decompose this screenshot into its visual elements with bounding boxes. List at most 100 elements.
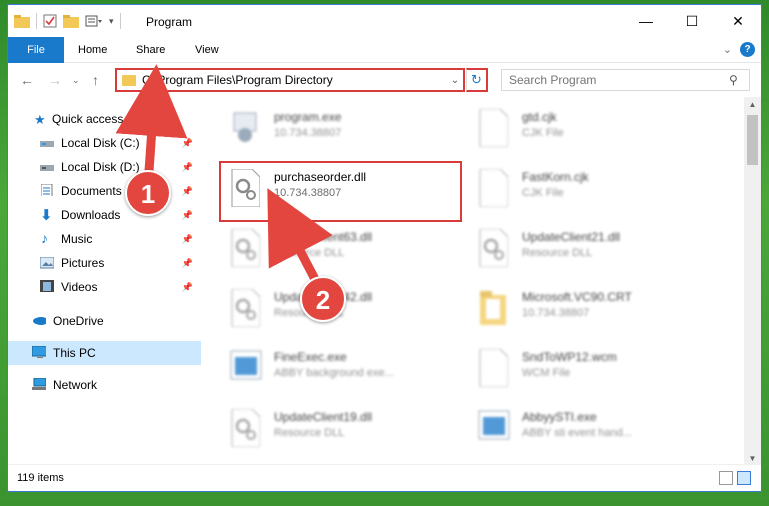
file-name: SndToWP12.wcm xyxy=(522,350,617,364)
file-item[interactable]: purchaseorder.dll 10.734.38807 xyxy=(208,165,448,213)
sidebar-item-label: OneDrive xyxy=(53,314,104,328)
address-bar[interactable]: C:\Program Files\Program Directory ⌄ xyxy=(115,68,465,92)
file-subtitle: ABBY sti event hand... xyxy=(522,427,632,439)
step-1-badge: 1 xyxy=(125,170,171,216)
title-bar: ▾ Program — ☐ ✕ xyxy=(8,5,761,37)
sidebar-item-this-pc[interactable]: This PC xyxy=(8,341,201,365)
pin-icon[interactable]: 📌 xyxy=(182,210,193,221)
help-icon[interactable]: ? xyxy=(740,42,755,57)
sidebar-item-local-disk-c[interactable]: Local Disk (C:) 📌 xyxy=(8,131,201,155)
properties-icon[interactable] xyxy=(43,14,57,28)
pin-icon[interactable]: 📌 xyxy=(182,186,193,197)
file-subtitle: 10.734.38807 xyxy=(274,127,342,139)
minimize-button[interactable]: — xyxy=(623,5,669,37)
dll-file-icon xyxy=(230,168,262,208)
sidebar-item-pictures[interactable]: Pictures 📌 xyxy=(8,251,201,275)
sidebar-item-label: This PC xyxy=(53,346,96,360)
sidebar-item-network[interactable]: Network xyxy=(8,373,201,397)
file-item[interactable]: Microsoft.VC90.CRT 10.734.38807 xyxy=(456,285,696,333)
pin-icon[interactable]: 📌 xyxy=(182,162,193,173)
file-subtitle: Resource DLL xyxy=(274,247,345,259)
sidebar-item-onedrive[interactable]: OneDrive xyxy=(8,309,201,333)
ribbon-tabs: File Home Share View ⌄ ? xyxy=(8,37,761,63)
details-view-icon[interactable] xyxy=(719,471,733,485)
dll-file-icon xyxy=(230,228,262,268)
file-item[interactable]: UpdateClient21.dll Resource DLL xyxy=(456,225,696,273)
sidebar-item-label: Videos xyxy=(61,280,98,294)
pin-icon[interactable]: 📌 xyxy=(182,138,193,149)
music-icon: ♪ xyxy=(41,230,48,246)
drive-icon xyxy=(40,141,54,147)
search-box[interactable]: ⚲ xyxy=(501,69,750,91)
back-arrow-icon[interactable]: ← xyxy=(20,72,34,88)
scroll-up-icon[interactable]: ▲ xyxy=(744,97,761,113)
maximize-button[interactable]: ☐ xyxy=(669,5,715,37)
tab-share[interactable]: Share xyxy=(136,37,165,63)
file-item[interactable]: AbbyySTI.exe ABBY sti event hand... xyxy=(456,405,696,453)
network-icon xyxy=(32,378,46,390)
sidebar-item-videos[interactable]: Videos 📌 xyxy=(8,275,201,299)
sidebar-item-label: Pictures xyxy=(61,256,105,270)
ribbon-controls: ⌄ ? xyxy=(723,42,755,57)
file-item[interactable]: FastKorn.cjk CJK File xyxy=(456,165,696,213)
app-file-icon xyxy=(230,349,262,387)
file-name: program.exe xyxy=(274,110,342,124)
file-item[interactable]: UpdateClient19.dll Resource DLL xyxy=(208,405,448,453)
tab-view[interactable]: View xyxy=(195,37,219,63)
toolbar-dropdown-icon[interactable]: ▾ xyxy=(109,16,114,27)
expand-ribbon-icon[interactable]: ⌄ xyxy=(723,43,732,56)
file-subtitle: CJK File xyxy=(522,127,564,139)
search-input[interactable] xyxy=(502,73,729,87)
file-item[interactable]: SndToWP12.wcm WCM File xyxy=(456,345,696,393)
sidebar-item-documents[interactable]: Documents 📌 xyxy=(8,179,201,203)
sidebar-item-label: Downloads xyxy=(61,208,121,222)
file-item[interactable]: gtd.cjk CJK File xyxy=(456,105,696,153)
sidebar-item-local-disk-d[interactable]: Local Disk (D:) 📌 xyxy=(8,155,201,179)
quick-access-toolbar: ▾ xyxy=(14,13,121,29)
dll-file-icon xyxy=(478,228,510,268)
sidebar-item-quick-access[interactable]: ★ Quick access xyxy=(8,107,201,131)
file-subtitle: Resource DLL xyxy=(274,427,345,439)
file-item[interactable]: FineExec.exe ABBY background exe... xyxy=(208,345,448,393)
file-list: program.exe 10.734.38807 gtd.cjk CJK File pu… xyxy=(208,97,738,465)
file-subtitle: WCM File xyxy=(522,367,571,379)
pin-icon[interactable]: 📌 xyxy=(182,282,193,293)
chevron-down-icon[interactable]: ⌄ xyxy=(447,75,463,86)
recent-locations-icon[interactable]: ⌄ xyxy=(72,75,80,86)
address-path: C:\Program Files\Program Directory xyxy=(142,73,333,87)
videos-icon xyxy=(40,280,54,292)
sidebar-item-label: Documents xyxy=(61,184,122,198)
sidebar-item-downloads[interactable]: ⬇ Downloads 📌 xyxy=(8,203,201,227)
close-button[interactable]: ✕ xyxy=(715,5,761,37)
pictures-icon xyxy=(40,257,54,269)
file-subtitle: 10.734.38807 xyxy=(522,307,590,319)
file-item[interactable]: program.exe 10.734.38807 xyxy=(208,105,448,153)
doc-file-icon xyxy=(478,108,510,148)
file-item[interactable]: UpdateClient63.dll Resource DLL xyxy=(208,225,448,273)
file-name: FineExec.exe xyxy=(274,350,347,364)
forward-arrow-icon[interactable]: → xyxy=(48,72,62,88)
cloud-icon xyxy=(33,317,46,325)
folder-icon xyxy=(122,74,136,86)
pin-icon[interactable]: 📌 xyxy=(182,258,193,269)
new-folder-icon[interactable] xyxy=(63,14,79,28)
navigation-bar: ← → ⌄ ↑ C:\Program Files\Program Directo… xyxy=(8,63,761,97)
window-controls: — ☐ ✕ xyxy=(623,5,761,37)
vertical-scrollbar[interactable]: ▲ ▼ xyxy=(744,97,761,467)
customize-icon[interactable] xyxy=(85,14,103,28)
toolbar-separator xyxy=(119,13,121,29)
up-arrow-icon[interactable]: ↑ xyxy=(92,72,99,88)
download-icon: ⬇ xyxy=(40,207,53,224)
scrollbar-thumb[interactable] xyxy=(747,115,758,165)
sidebar-item-label: Music xyxy=(61,232,93,246)
file-name: Microsoft.VC90.CRT xyxy=(522,290,632,304)
doc-file-icon xyxy=(478,168,510,208)
tiles-view-icon[interactable] xyxy=(737,471,751,485)
tab-home[interactable]: Home xyxy=(78,37,107,63)
file-name: purchaseorder.dll xyxy=(274,170,367,184)
sidebar-item-music[interactable]: ♪ Music 📌 xyxy=(8,227,201,251)
tab-file[interactable]: File xyxy=(8,37,64,63)
pin-icon[interactable]: 📌 xyxy=(182,234,193,245)
refresh-icon[interactable]: ↻ xyxy=(466,68,488,92)
window-title: Program xyxy=(146,15,193,29)
